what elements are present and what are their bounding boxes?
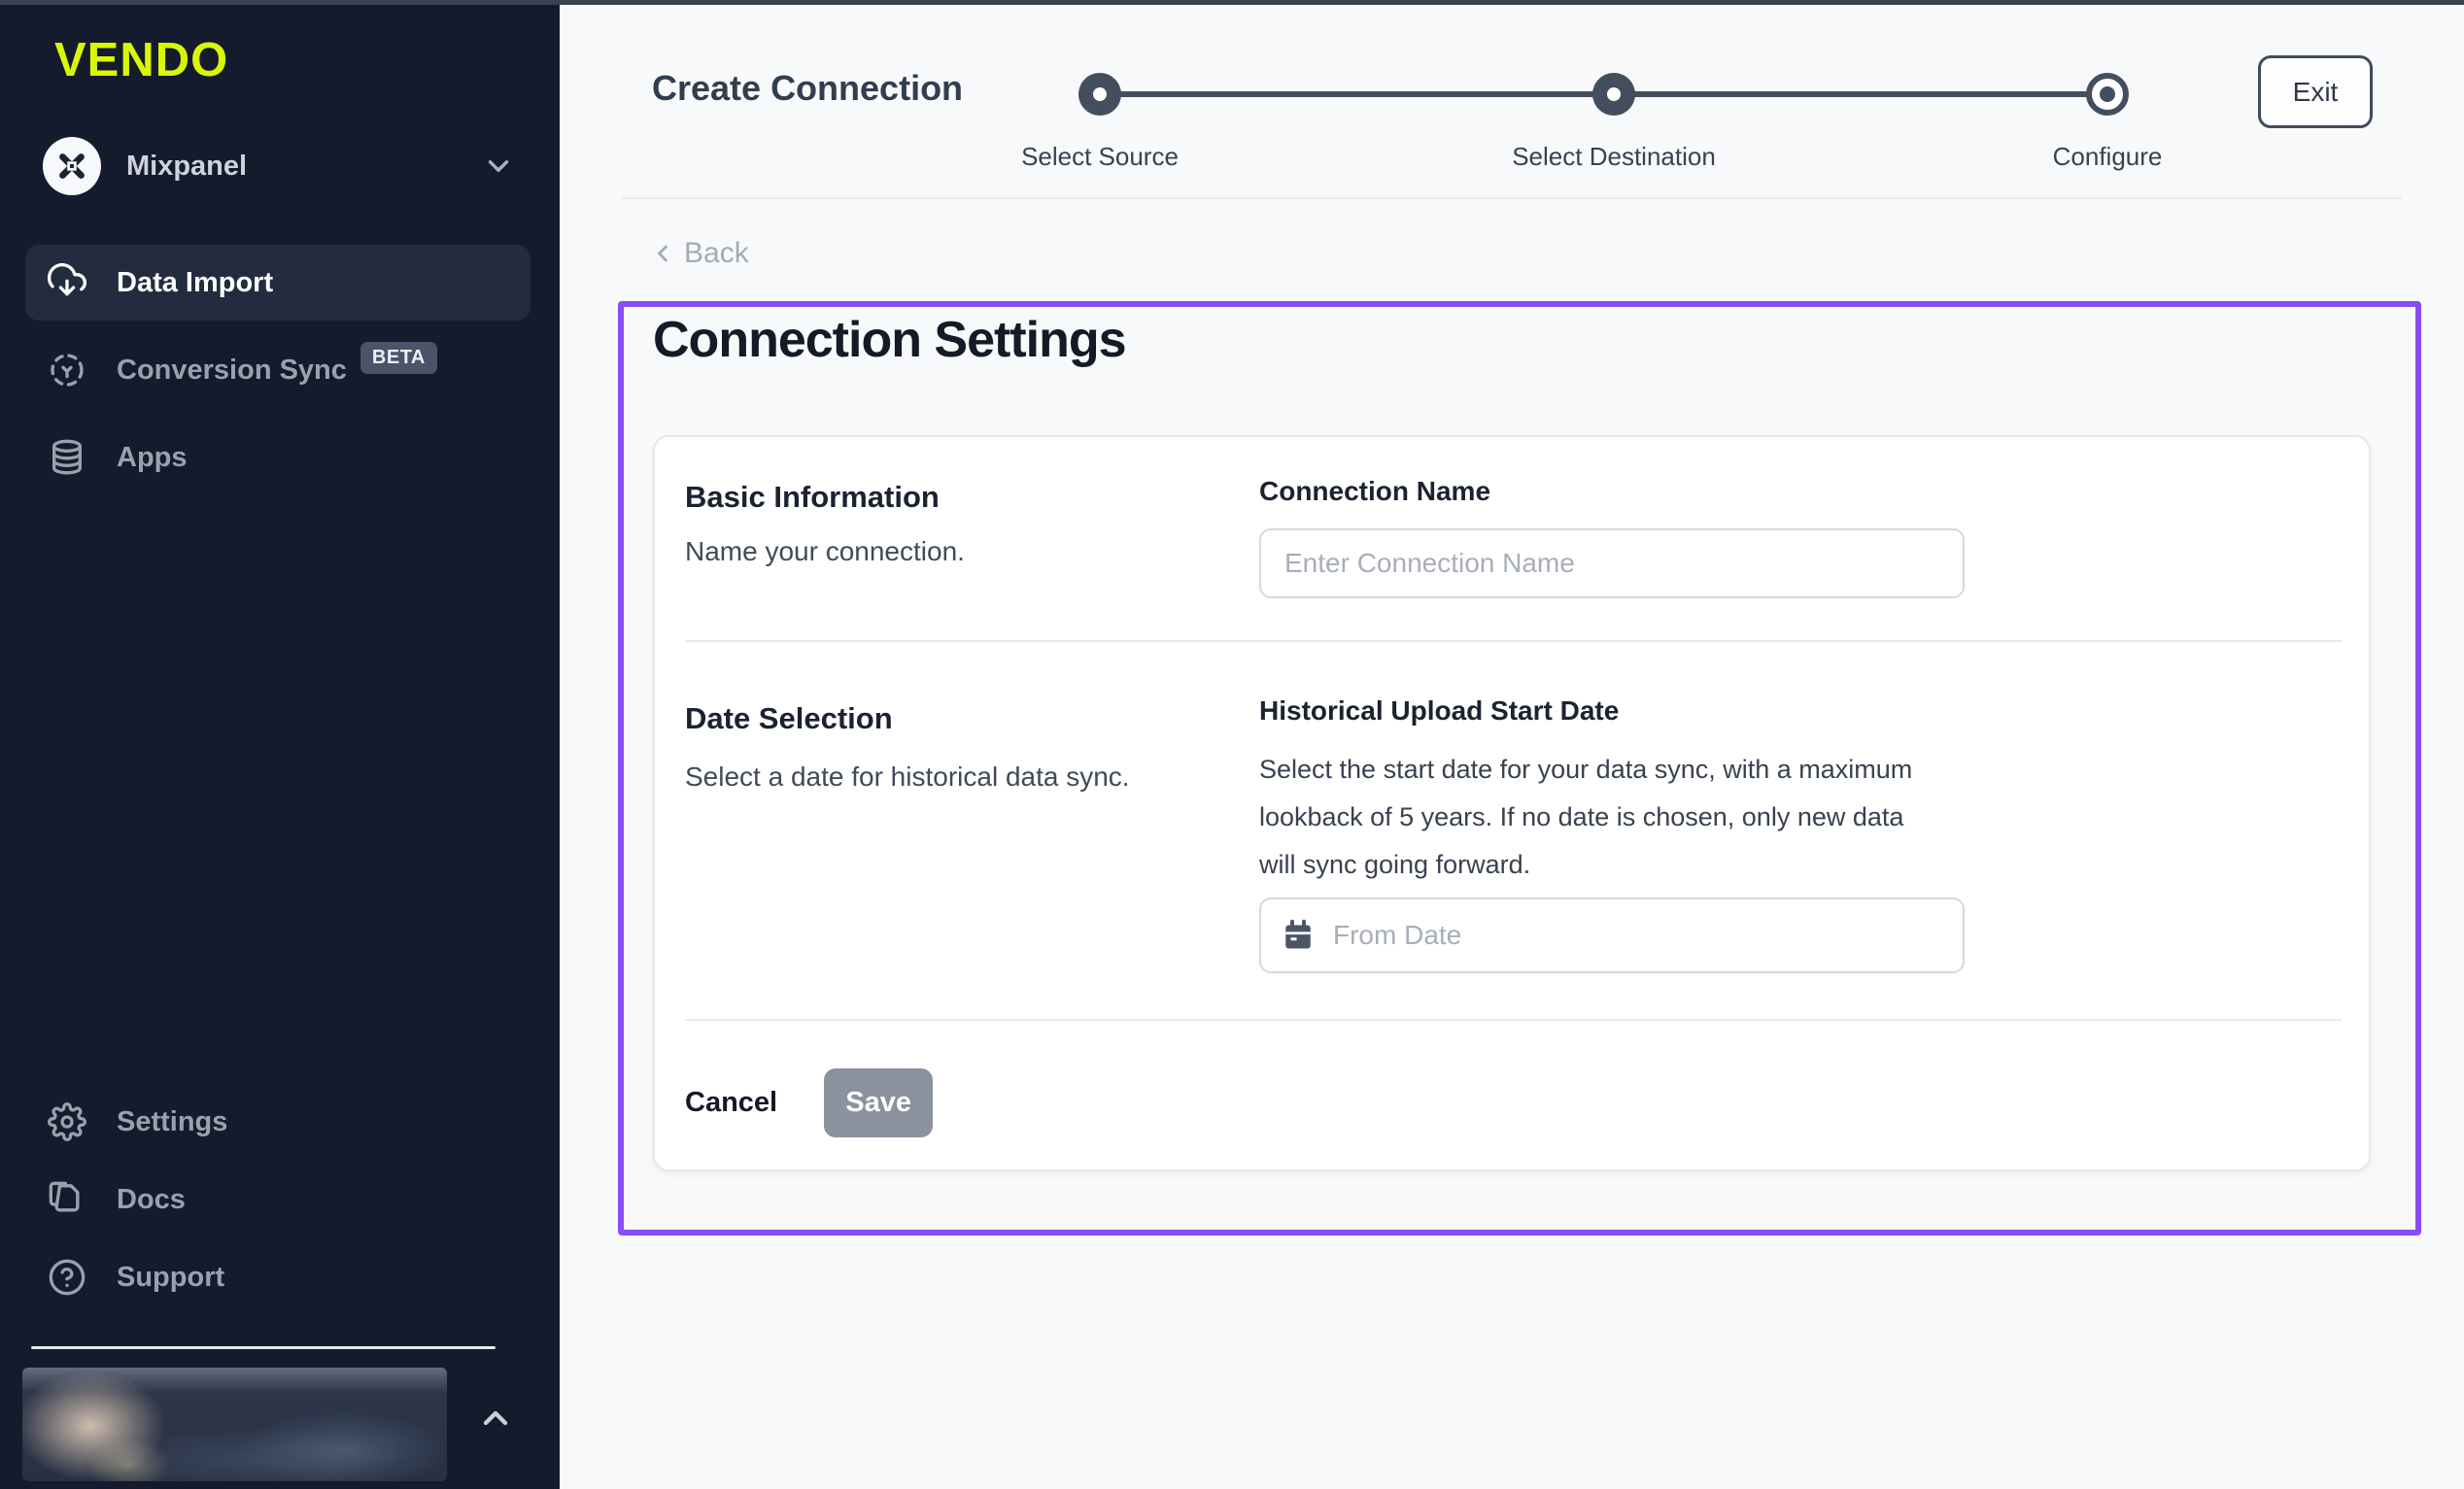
header-divider [622,197,2402,199]
step-label: Select Destination [1420,142,1808,172]
save-button[interactable]: Save [824,1068,933,1137]
help-circle-icon [47,1257,87,1298]
exit-button[interactable]: Exit [2258,55,2373,128]
database-icon [47,437,87,478]
window-top-edge [0,0,2464,5]
sidebar-item-label: Settings [117,1106,227,1138]
gear-icon [47,1101,87,1142]
beta-badge: BETA [360,342,437,374]
from-date-input[interactable] [1333,920,1943,951]
sidebar-nav: Data Import Conversion Sync BETA Apps [25,245,530,507]
sidebar-item-label: Apps [117,442,188,474]
chevron-left-icon [649,240,676,267]
connection-name-label: Connection Name [1259,476,1490,507]
card-divider [685,1019,2342,1021]
card-footer: Cancel Save [685,1061,933,1144]
sidebar-divider [31,1346,496,1349]
vendo-logo: VENDO [54,33,228,87]
cancel-button[interactable]: Cancel [685,1087,777,1119]
sidebar-item-label: Support [117,1262,224,1294]
sidebar-item-label: Data Import [117,267,273,299]
conversion-sync-icon [47,350,87,390]
historical-upload-start-date-label: Historical Upload Start Date [1259,695,1619,727]
step-label: Select Source [906,142,1294,172]
from-date-field[interactable] [1259,897,1965,973]
workspace-selector[interactable]: Mixpanel [43,134,515,198]
calendar-icon [1281,918,1316,953]
step-circle-select-source [1078,73,1121,116]
card-divider [685,640,2342,642]
sidebar-item-docs[interactable]: Docs [25,1162,530,1237]
sidebar-item-settings[interactable]: Settings [25,1084,530,1160]
main-area: Create Connection Select Source Select D… [560,0,2464,1489]
chevron-down-icon [482,150,515,183]
connection-settings-card: Basic Information Name your connection. … [653,435,2371,1171]
sidebar-item-apps[interactable]: Apps [25,420,530,495]
chevron-up-icon[interactable] [476,1399,515,1438]
date-selection-description: Select a date for historical data sync. [685,761,1130,793]
basic-information-heading: Basic Information [685,480,940,515]
sidebar-item-conversion-sync[interactable]: Conversion Sync BETA [25,332,530,408]
sidebar-item-label: Conversion Sync [117,355,347,387]
sidebar-item-support[interactable]: Support [25,1239,530,1315]
documents-icon [47,1179,87,1220]
connection-name-input[interactable] [1259,528,1965,598]
sidebar-item-label: Docs [117,1184,186,1216]
cloud-download-icon [47,262,87,303]
workspace-name: Mixpanel [126,151,482,183]
sidebar: VENDO Mixpanel Data Import [0,0,560,1489]
user-account-blurred[interactable] [22,1368,447,1481]
stepper-line [1614,91,2107,97]
connection-settings-title: Connection Settings [653,311,1126,369]
stepper-line [1100,91,1614,97]
historical-upload-help-text: Select the start date for your data sync… [1259,746,1930,889]
sidebar-item-data-import[interactable]: Data Import [25,245,530,321]
back-link[interactable]: Back [649,237,749,270]
step-label: Configure [1913,142,2302,172]
date-selection-heading: Date Selection [685,701,893,736]
step-circle-configure [2086,73,2129,116]
sidebar-footer-nav: Settings Docs Support [25,1084,530,1317]
page-title: Create Connection [652,68,963,109]
back-label: Back [684,237,749,270]
mixpanel-logo-icon [43,137,101,195]
basic-information-description: Name your connection. [685,536,965,567]
step-circle-select-destination [1592,73,1635,116]
